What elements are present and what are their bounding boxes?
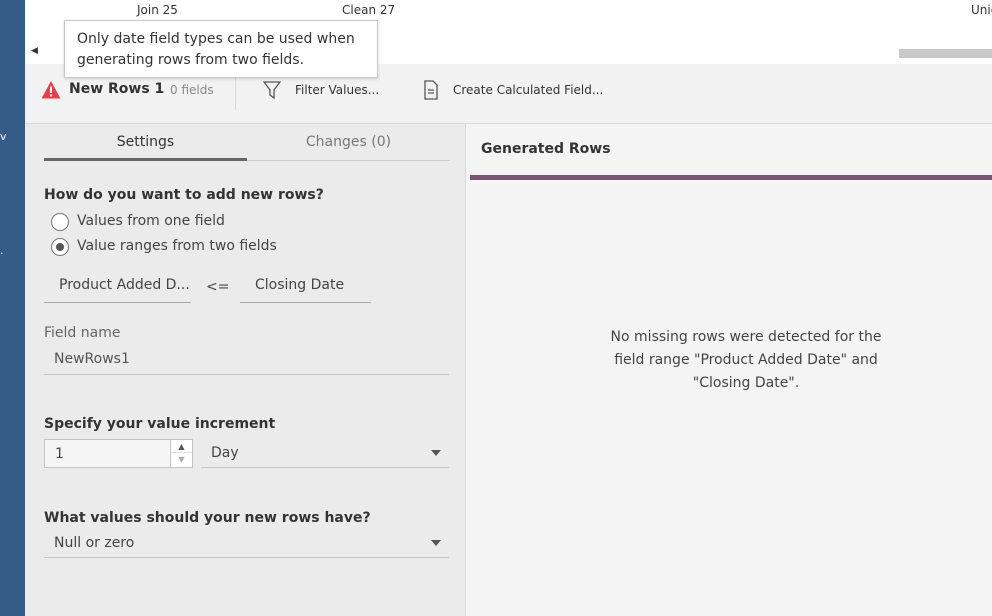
filter-values-button[interactable]: Filter Values... (295, 83, 379, 97)
field-name-label: Field name (44, 325, 121, 341)
option-one-field-label: Values from one field (77, 213, 225, 229)
tab-changes[interactable]: Changes (0) (247, 124, 450, 161)
increment-value[interactable]: 1 (55, 446, 64, 462)
chevron-down-icon[interactable] (431, 450, 441, 456)
step-name[interactable]: New Rows 1 (69, 81, 164, 97)
toolbar-divider (235, 74, 236, 110)
flow-node-clean[interactable]: Clean 27 (342, 3, 395, 17)
range-start-field[interactable]: Product Added D... (44, 270, 191, 303)
scroll-thumb[interactable] (899, 49, 992, 58)
increment-unit-select[interactable]: Day (201, 439, 449, 468)
flow-node-union[interactable]: Unio (971, 3, 992, 17)
calculated-field-icon[interactable] (423, 80, 439, 100)
generated-rows-panel: Generated Rows No missing rows were dete… (466, 124, 992, 616)
settings-panel: Settings Changes (0) How do you want to … (25, 124, 466, 616)
increment-unit-value: Day (211, 445, 239, 461)
increment-question: Specify your value increment (44, 416, 276, 432)
option-two-fields-label: Value ranges from two fields (77, 238, 277, 254)
radio-one-field[interactable] (51, 213, 69, 231)
range-end-field[interactable]: Closing Date (240, 270, 371, 303)
rail-fragment-2: . (0, 244, 4, 257)
add-rows-question: How do you want to add new rows? (44, 187, 324, 203)
field-count: 0 fields (170, 83, 214, 97)
range-operator: <= (206, 279, 230, 295)
increment-up-icon[interactable]: ▲ (171, 440, 192, 453)
increment-down-icon[interactable]: ▼ (171, 453, 192, 466)
warning-icon (41, 81, 61, 99)
field-name-input[interactable]: NewRows1 (44, 346, 449, 375)
panel-title: Generated Rows (481, 141, 611, 157)
left-rail: v . (0, 0, 25, 616)
empty-state-message: No missing rows were detected for the fi… (610, 329, 882, 391)
filter-icon[interactable] (263, 80, 281, 100)
increment-stepper[interactable]: 1 ▲ ▼ (44, 439, 193, 468)
flow-node-join[interactable]: Join 25 (137, 3, 178, 17)
new-values-value: Null or zero (54, 535, 135, 551)
radio-two-fields[interactable] (51, 238, 69, 256)
new-values-select[interactable]: Null or zero (44, 529, 449, 558)
create-calculated-field-button[interactable]: Create Calculated Field... (453, 83, 603, 97)
scroll-left-icon[interactable]: ◀ (31, 46, 38, 56)
tooltip: Only date field types can be used when g… (64, 20, 378, 78)
panel-accent-bar (470, 175, 992, 180)
rail-fragment-1: v (0, 130, 7, 143)
tab-settings[interactable]: Settings (44, 124, 247, 161)
stepper-buttons: ▲ ▼ (170, 440, 192, 467)
chevron-down-icon[interactable] (431, 540, 441, 546)
new-values-question: What values should your new rows have? (44, 510, 371, 526)
